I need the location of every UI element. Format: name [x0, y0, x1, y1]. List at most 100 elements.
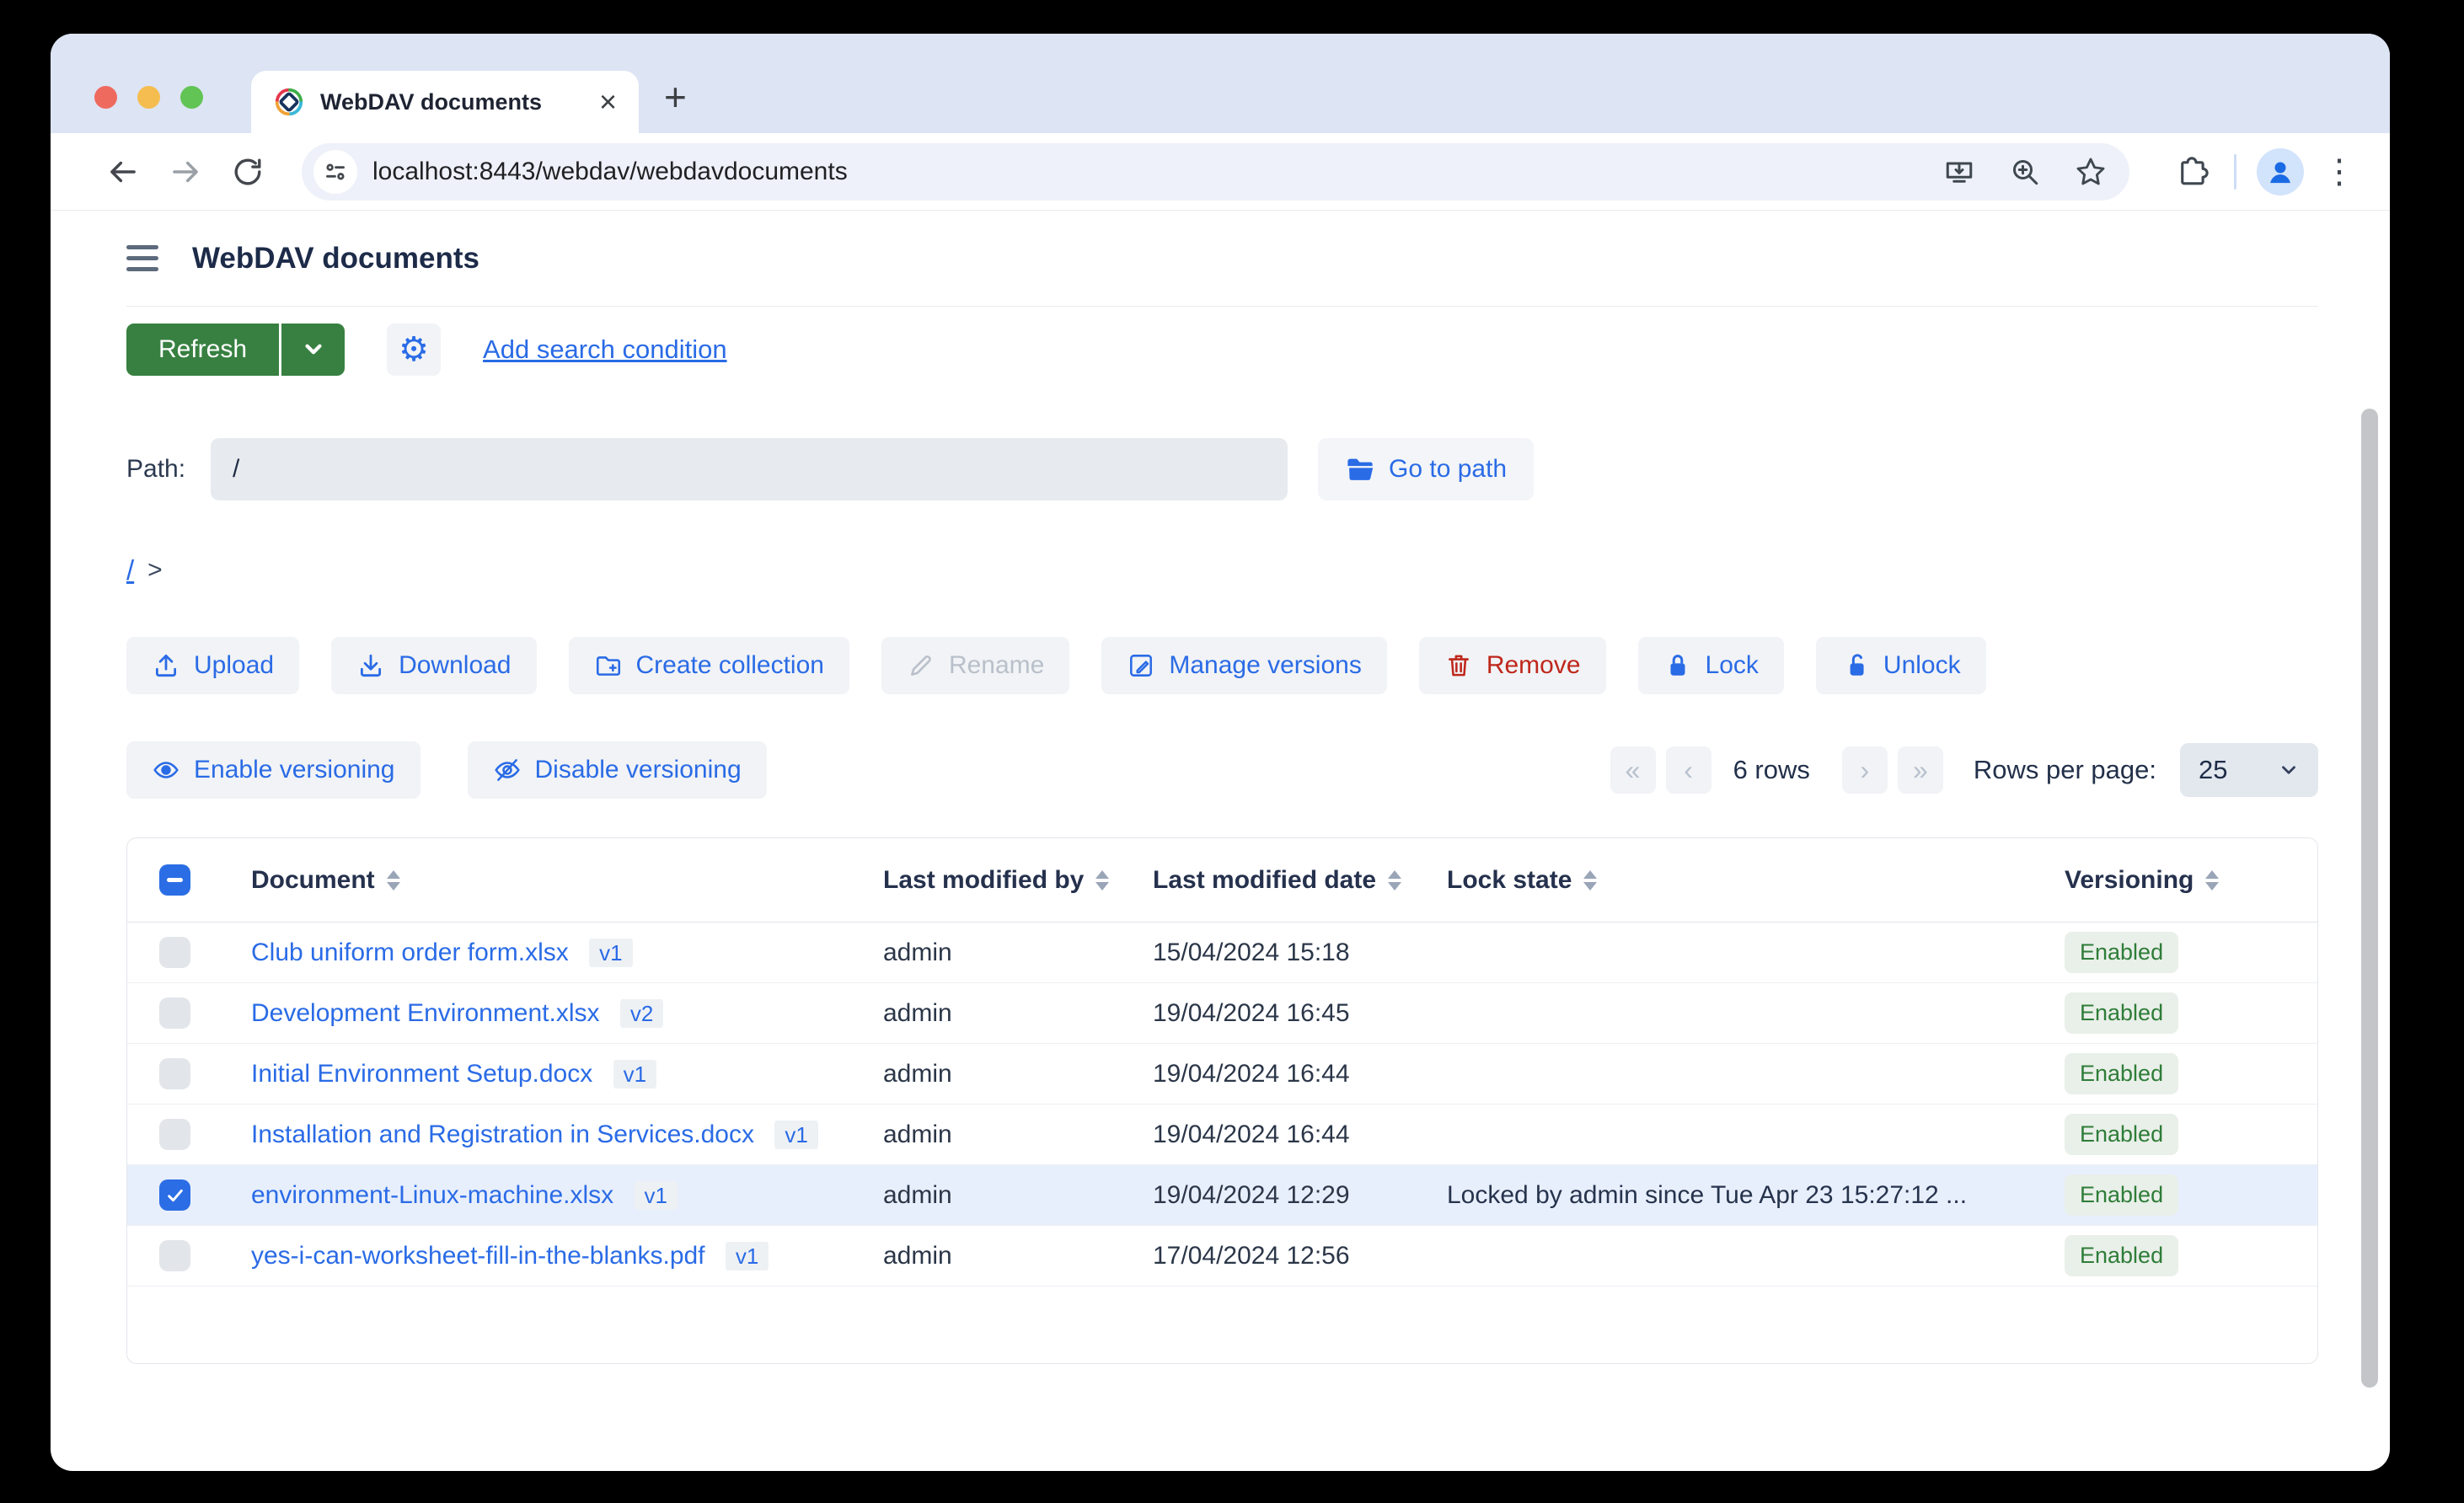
chevron-down-icon — [299, 335, 328, 364]
menu-hamburger-icon[interactable] — [126, 245, 158, 271]
site-settings-icon[interactable] — [313, 150, 357, 194]
eye-slash-icon — [493, 756, 522, 784]
document-link[interactable]: yes-i-can-worksheet-fill-in-the-blanks.p… — [251, 1242, 705, 1270]
install-app-icon[interactable] — [1941, 153, 1978, 190]
version-badge[interactable]: v1 — [613, 1060, 656, 1088]
remove-button[interactable]: Remove — [1419, 637, 1606, 694]
close-window-button[interactable] — [94, 86, 117, 109]
version-badge[interactable]: v1 — [589, 939, 632, 967]
table-body: Club uniform order form.xlsx v1 admin 15… — [127, 923, 2317, 1286]
refresh-dropdown-button[interactable] — [279, 324, 345, 376]
versioning-status-badge: Enabled — [2065, 992, 2178, 1034]
page-scrollbar[interactable] — [2361, 409, 2378, 1388]
column-header-lock-state[interactable]: Lock state — [1447, 866, 2065, 895]
document-link[interactable]: Club uniform order form.xlsx — [251, 939, 569, 966]
document-link[interactable]: Initial Environment Setup.docx — [251, 1060, 592, 1088]
row-checkbox[interactable] — [159, 937, 190, 968]
table-row[interactable]: Installation and Registration in Service… — [127, 1105, 2317, 1165]
path-label: Path: — [126, 455, 211, 484]
bookmark-star-icon[interactable] — [2072, 153, 2109, 190]
zoom-window-button[interactable] — [180, 86, 203, 109]
enable-versioning-button[interactable]: Enable versioning — [126, 741, 420, 799]
breadcrumb-root-link[interactable]: / — [126, 554, 134, 586]
browser-menu-icon[interactable]: ⋮ — [2322, 155, 2356, 189]
browser-toolbar: localhost:8443/webdav/webdavdocuments — [51, 133, 2390, 211]
disable-versioning-button[interactable]: Disable versioning — [468, 741, 767, 799]
table-row[interactable]: environment-Linux-machine.xlsx v1 admin … — [127, 1165, 2317, 1226]
tab-strip: WebDAV documents × + — [51, 34, 2390, 133]
last-modified-date: 19/04/2024 16:44 — [1153, 1060, 1447, 1088]
download-button[interactable]: Download — [331, 637, 536, 694]
table-row[interactable]: Initial Environment Setup.docx v1 admin … — [127, 1044, 2317, 1105]
version-badge[interactable]: v1 — [635, 1181, 678, 1210]
select-all-checkbox[interactable] — [159, 864, 190, 896]
versioning-status-badge: Enabled — [2065, 1053, 2178, 1094]
breadcrumb-separator: > — [147, 556, 163, 585]
rows-per-page-select[interactable]: 25 — [2180, 743, 2318, 797]
add-search-condition-link[interactable]: Add search condition — [483, 334, 727, 365]
last-modified-by: admin — [883, 1121, 1153, 1149]
close-tab-icon[interactable]: × — [599, 87, 617, 117]
breadcrumb: / > — [126, 553, 2318, 588]
lock-button[interactable]: Lock — [1638, 637, 1784, 694]
next-page-button[interactable]: › — [1842, 746, 1888, 794]
profile-avatar[interactable] — [2257, 148, 2304, 195]
column-header-versioning[interactable]: Versioning — [2065, 866, 2317, 895]
version-badge[interactable]: v2 — [620, 999, 663, 1028]
row-checkbox[interactable] — [159, 1058, 190, 1089]
row-checkbox[interactable] — [159, 1119, 190, 1150]
refresh-button[interactable]: Refresh — [126, 324, 279, 376]
versioning-status-badge: Enabled — [2065, 932, 2178, 973]
eye-icon — [152, 756, 180, 784]
file-toolbar: Upload Download Create collection Rename — [126, 637, 2318, 694]
extensions-icon[interactable] — [2172, 152, 2212, 192]
settings-gear-button[interactable]: ⚙ — [387, 324, 441, 376]
rename-button[interactable]: Rename — [881, 637, 1069, 694]
last-modified-by: admin — [883, 939, 1153, 967]
tab-title: WebDAV documents — [320, 89, 584, 115]
table-row[interactable]: yes-i-can-worksheet-fill-in-the-blanks.p… — [127, 1226, 2317, 1286]
create-collection-button[interactable]: Create collection — [569, 637, 849, 694]
first-page-button[interactable]: « — [1610, 746, 1656, 794]
unlock-button[interactable]: Unlock — [1816, 637, 1986, 694]
column-header-document[interactable]: Document — [251, 866, 883, 895]
address-bar[interactable]: localhost:8443/webdav/webdavdocuments — [302, 143, 2129, 201]
minimize-window-button[interactable] — [137, 86, 160, 109]
table-row[interactable]: Club uniform order form.xlsx v1 admin 15… — [127, 923, 2317, 983]
column-header-modified-date[interactable]: Last modified date — [1153, 866, 1447, 895]
pencil-icon — [907, 651, 935, 680]
url-text[interactable]: localhost:8443/webdav/webdavdocuments — [372, 158, 1912, 186]
sort-icon[interactable] — [387, 870, 400, 891]
last-page-button[interactable]: » — [1898, 746, 1943, 794]
row-checkbox[interactable] — [159, 1179, 190, 1211]
last-modified-date: 19/04/2024 16:45 — [1153, 999, 1447, 1028]
manage-versions-button[interactable]: Manage versions — [1101, 637, 1386, 694]
sort-icon[interactable] — [1095, 870, 1109, 891]
row-checkbox[interactable] — [159, 998, 190, 1029]
go-to-path-button[interactable]: Go to path — [1318, 438, 1534, 500]
browser-window: WebDAV documents × + localhost:8443/webd… — [51, 34, 2390, 1471]
download-icon — [356, 651, 385, 680]
table-row[interactable]: Development Environment.xlsx v2 admin 19… — [127, 983, 2317, 1044]
document-link[interactable]: environment-Linux-machine.xlsx — [251, 1181, 613, 1209]
sort-icon[interactable] — [1583, 870, 1597, 891]
back-icon[interactable] — [103, 152, 143, 192]
path-input[interactable] — [211, 438, 1288, 500]
upload-button[interactable]: Upload — [126, 637, 299, 694]
forward-icon[interactable] — [165, 152, 206, 192]
refresh-split-button: Refresh — [126, 324, 345, 376]
sort-icon[interactable] — [2205, 870, 2219, 891]
document-link[interactable]: Development Environment.xlsx — [251, 999, 600, 1027]
sort-icon[interactable] — [1388, 870, 1401, 891]
prev-page-button[interactable]: ‹ — [1666, 746, 1711, 794]
zoom-in-page-icon[interactable] — [2006, 153, 2044, 190]
new-tab-button[interactable]: + — [664, 78, 687, 116]
version-badge[interactable]: v1 — [726, 1242, 769, 1270]
browser-tab[interactable]: WebDAV documents × — [251, 71, 639, 133]
column-header-modified-by[interactable]: Last modified by — [883, 866, 1153, 895]
version-badge[interactable]: v1 — [774, 1121, 817, 1149]
reload-icon[interactable] — [228, 152, 268, 192]
document-link[interactable]: Installation and Registration in Service… — [251, 1121, 754, 1148]
row-checkbox[interactable] — [159, 1240, 190, 1271]
edit-box-icon — [1127, 651, 1155, 680]
